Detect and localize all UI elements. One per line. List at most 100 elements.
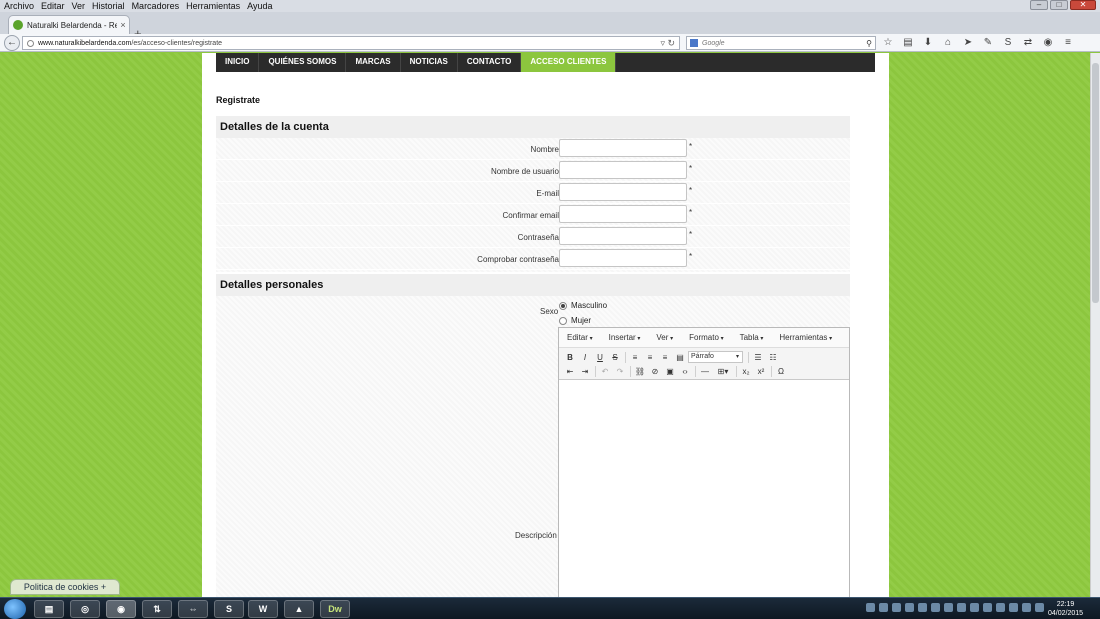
menu-historial[interactable]: Historial [92, 1, 125, 11]
password-input[interactable] [559, 227, 687, 245]
editor-menu-ver[interactable]: Ver [648, 333, 681, 342]
bullet-list-icon[interactable]: ☰ [751, 351, 765, 364]
menu-marcadores[interactable]: Marcadores [132, 1, 180, 11]
firefox-icon[interactable]: ◉ [106, 600, 136, 618]
search-box[interactable]: Google ⚲ [686, 36, 876, 50]
tray-icon[interactable] [970, 603, 979, 612]
tab-close-icon[interactable]: × [117, 20, 129, 30]
undo-icon[interactable]: ↶ [598, 365, 612, 378]
network-app-icon[interactable]: ⇅ [142, 600, 172, 618]
confirm-password-input[interactable] [559, 249, 687, 267]
italic-icon[interactable]: I [578, 351, 592, 364]
radio-unchecked-icon[interactable] [559, 316, 567, 325]
reload-icon[interactable]: ▿ ↻ [660, 38, 679, 49]
tray-icon[interactable] [918, 603, 927, 612]
tray-icon[interactable] [996, 603, 1005, 612]
radio-checked-icon[interactable] [559, 301, 567, 310]
bookmark-star-icon[interactable]: ☆ [882, 36, 894, 50]
skype-icon[interactable]: S [1002, 36, 1014, 50]
scrollbar-thumb[interactable] [1092, 63, 1099, 303]
radio-masculino[interactable]: Masculino [559, 301, 607, 310]
back-arrow-icon[interactable]: ← [4, 35, 20, 51]
align-center-icon[interactable]: ≡ [643, 351, 657, 364]
pen-icon[interactable]: ✎ [982, 36, 994, 50]
image-icon[interactable]: ▣ [663, 365, 677, 378]
horizontal-rule-icon[interactable]: — [698, 365, 712, 378]
nombre-input[interactable] [559, 139, 687, 157]
search-engine-icon[interactable] [690, 39, 698, 47]
menu-archivo[interactable]: Archivo [4, 1, 34, 11]
tray-icon[interactable] [892, 603, 901, 612]
outdent-icon[interactable]: ⇤ [563, 365, 577, 378]
browser-tab[interactable]: Naturalki Belardenda - Reg... × [8, 15, 130, 34]
chat-icon[interactable]: ◉ [1042, 36, 1054, 50]
dreamweaver-icon[interactable]: Dw [320, 600, 350, 618]
skype-taskbar-icon[interactable]: S [214, 600, 244, 618]
redo-icon[interactable]: ↷ [613, 365, 627, 378]
minimize-icon[interactable]: – [1030, 0, 1048, 10]
hamburger-menu-icon[interactable]: ≡ [1062, 36, 1074, 50]
special-char-icon[interactable]: Ω [774, 365, 788, 378]
editor-menu-tabla[interactable]: Tabla [732, 333, 772, 342]
menu-ayuda[interactable]: Ayuda [247, 1, 272, 11]
editor-body[interactable] [559, 380, 849, 597]
acrobat-icon[interactable]: ▲ [284, 600, 314, 618]
underline-icon[interactable]: U [593, 351, 607, 364]
menu-ver[interactable]: Ver [72, 1, 86, 11]
link-icon[interactable]: ⛓ [633, 365, 647, 378]
magnifier-icon[interactable]: ⚲ [866, 39, 875, 48]
word-icon[interactable]: W [248, 600, 278, 618]
url-bar[interactable]: www.naturalkibelardenda.com/es/acceso-cl… [22, 36, 680, 50]
nav-acceso-clientes[interactable]: ACCESO CLIENTES [521, 53, 617, 72]
strikethrough-icon[interactable]: S [608, 351, 622, 364]
tray-icon[interactable] [905, 603, 914, 612]
tray-icon[interactable] [866, 603, 875, 612]
editor-menu-editar[interactable]: Editar [559, 333, 601, 342]
bold-icon[interactable]: B [563, 351, 577, 364]
teamviewer-icon[interactable]: ⇔ [178, 600, 208, 618]
nav-contacto[interactable]: CONTACTO [458, 53, 522, 72]
system-clock[interactable]: 22:19 04/02/2015 [1048, 600, 1083, 618]
tray-icon[interactable] [957, 603, 966, 612]
download-icon[interactable]: ⬇ [922, 36, 934, 50]
nav-quienes-somos[interactable]: QUIÉNES SOMOS [259, 53, 347, 72]
tray-icon[interactable] [1009, 603, 1018, 612]
indent-icon[interactable]: ⇥ [578, 365, 592, 378]
maximize-icon[interactable]: □ [1050, 0, 1068, 10]
menu-editar[interactable]: Editar [41, 1, 65, 11]
nav-inicio[interactable]: INICIO [216, 53, 260, 72]
tray-icon[interactable] [983, 603, 992, 612]
send-icon[interactable]: ➤ [962, 36, 974, 50]
page-scrollbar[interactable] [1090, 53, 1100, 597]
superscript-icon[interactable]: x² [754, 365, 768, 378]
tray-icon[interactable] [931, 603, 940, 612]
tray-icon[interactable] [879, 603, 888, 612]
chrome-icon[interactable]: ◎ [70, 600, 100, 618]
bookmarks-list-icon[interactable]: ▤ [902, 36, 914, 50]
editor-menu-formato[interactable]: Formato [681, 333, 731, 342]
windows-start-icon[interactable] [4, 599, 26, 619]
subscript-icon[interactable]: x₂ [739, 365, 753, 378]
confirm-email-input[interactable] [559, 205, 687, 223]
align-left-icon[interactable]: ≡ [628, 351, 642, 364]
align-justify-icon[interactable]: ▤ [673, 351, 687, 364]
tray-icon[interactable] [944, 603, 953, 612]
format-select[interactable]: Párrafo [688, 351, 743, 363]
translate-icon[interactable]: ⇄ [1022, 36, 1034, 50]
editor-menu-insertar[interactable]: Insertar [601, 333, 649, 342]
home-icon[interactable]: ⌂ [942, 36, 954, 50]
nav-noticias[interactable]: NOTICIAS [401, 53, 458, 72]
url-text[interactable]: www.naturalkibelardenda.com/es/acceso-cl… [38, 40, 660, 47]
tray-icon[interactable] [1022, 603, 1031, 612]
table-icon[interactable]: ⊞▾ [713, 365, 733, 378]
editor-menu-herramientas[interactable]: Herramientas [771, 333, 840, 342]
nav-marcas[interactable]: MARCAS [346, 53, 401, 72]
tray-icon[interactable] [1035, 603, 1044, 612]
align-right-icon[interactable]: ≡ [658, 351, 672, 364]
username-input[interactable] [559, 161, 687, 179]
menu-herramientas[interactable]: Herramientas [186, 1, 240, 11]
file-explorer-icon[interactable]: ▤ [34, 600, 64, 618]
code-icon[interactable]: ‹› [678, 365, 692, 378]
email-input[interactable] [559, 183, 687, 201]
radio-mujer[interactable]: Mujer [559, 316, 591, 325]
